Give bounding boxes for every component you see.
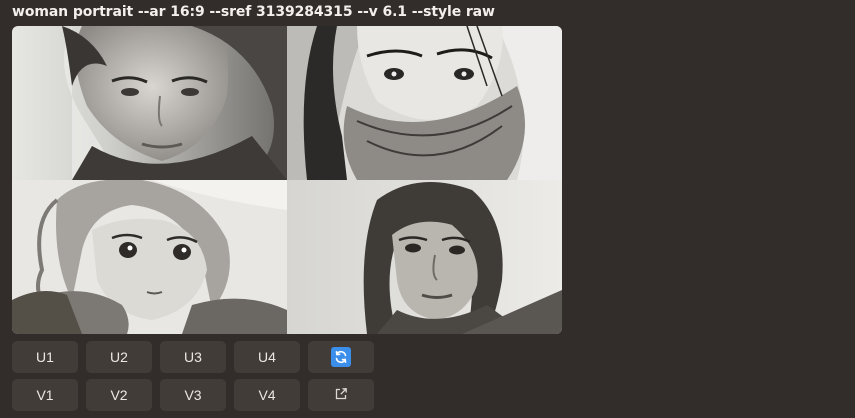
upscale-button-4[interactable]: U4: [234, 341, 300, 373]
variation-button-3[interactable]: V3: [160, 379, 226, 411]
variation-button-2[interactable]: V2: [86, 379, 152, 411]
image-1[interactable]: [12, 26, 287, 180]
image-grid: [12, 26, 562, 334]
upscale-button-row: U1 U2 U3 U4: [12, 341, 374, 373]
reroll-button[interactable]: [308, 341, 374, 373]
image-2[interactable]: [287, 26, 562, 180]
variation-button-row: V1 V2 V3 V4: [12, 379, 374, 411]
image-4[interactable]: [287, 180, 562, 334]
upscale-button-3[interactable]: U3: [160, 341, 226, 373]
external-link-icon: [334, 387, 348, 404]
prompt-text: woman portrait --ar 16:9 --sref 31392843…: [12, 4, 495, 20]
upscale-button-1[interactable]: U1: [12, 341, 78, 373]
variation-button-4[interactable]: V4: [234, 379, 300, 411]
open-web-button[interactable]: [308, 379, 374, 411]
refresh-icon: [331, 347, 351, 367]
variation-button-1[interactable]: V1: [12, 379, 78, 411]
upscale-button-2[interactable]: U2: [86, 341, 152, 373]
image-3[interactable]: [12, 180, 287, 334]
